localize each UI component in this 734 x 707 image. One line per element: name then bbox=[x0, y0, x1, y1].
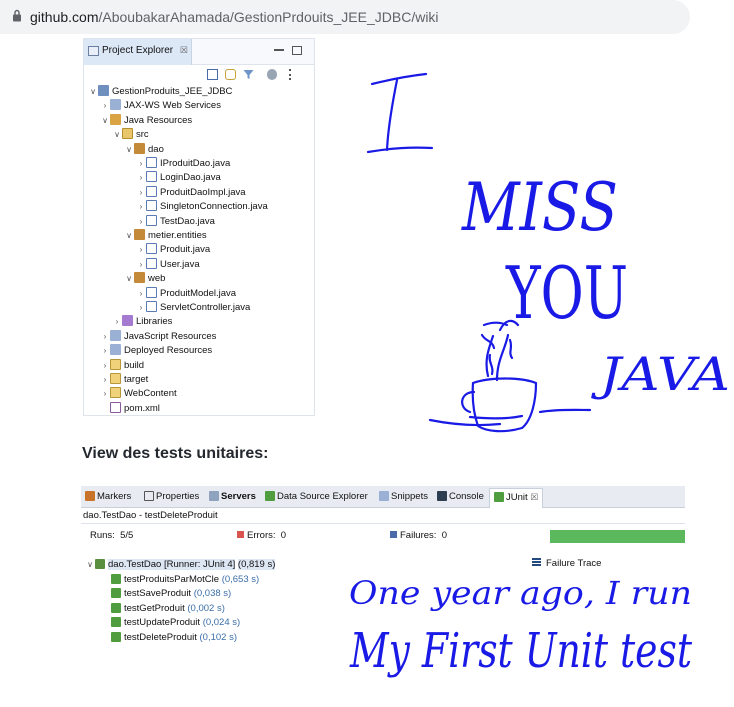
handwriting-overlay: MISS YOU JAVA One year ago, I run My Fir… bbox=[349, 72, 730, 679]
handwriting-miss: MISS bbox=[461, 169, 618, 246]
handwriting-i-strokes bbox=[366, 72, 434, 154]
handwriting-you: YOU bbox=[505, 251, 628, 335]
coffee-cup-drawing bbox=[428, 319, 592, 433]
handwriting-first-unit-test: My First Unit test bbox=[349, 623, 692, 679]
handwriting-java: JAVA bbox=[591, 347, 730, 401]
handwriting-one-year: One year ago, I run bbox=[349, 574, 692, 612]
